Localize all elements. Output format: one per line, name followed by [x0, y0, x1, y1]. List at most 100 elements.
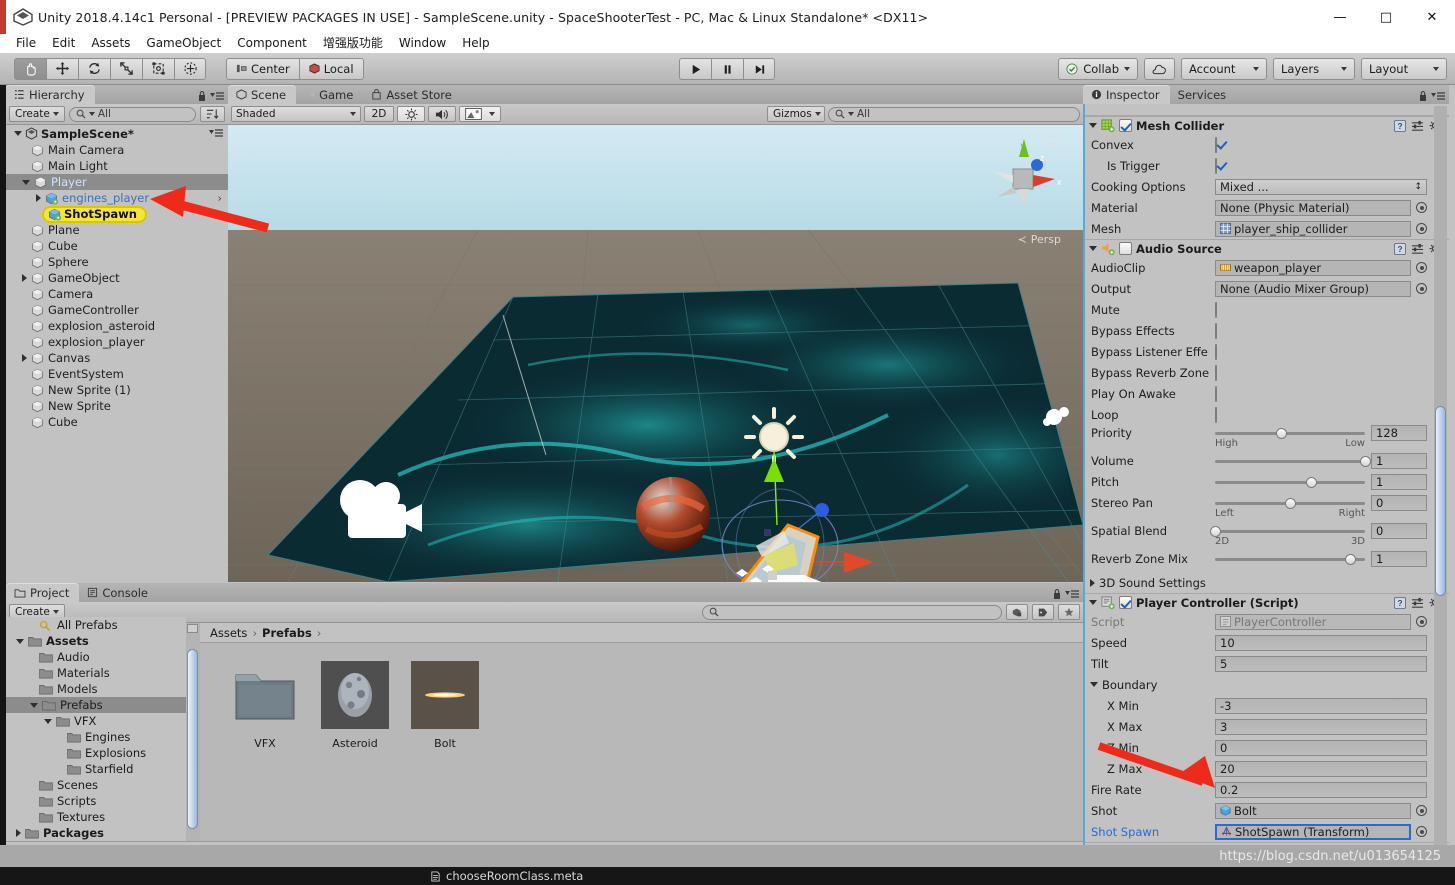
input-z-min[interactable]: 0 — [1215, 739, 1427, 756]
object-picker-mesh[interactable] — [1416, 223, 1427, 234]
layout-button[interactable]: Layout — [1361, 58, 1447, 80]
inspector-body[interactable]: Mesh Collider? Convex Is Trigger Cooking Op… — [1083, 104, 1449, 863]
slider-value-priority[interactable]: 128 — [1371, 425, 1427, 441]
input-tilt[interactable]: 5 — [1215, 655, 1427, 672]
lock-icon[interactable] — [1418, 90, 1428, 102]
hierarchy-scene-root[interactable]: SampleScene* — [6, 125, 228, 142]
lock-icon[interactable] — [197, 90, 207, 102]
hierarchy-item-shotspawn[interactable]: ShotSpawn — [6, 205, 228, 223]
slider-value-stereo-pan[interactable]: 0 — [1371, 495, 1427, 511]
filter-type-button[interactable] — [1006, 604, 1028, 620]
scene-viewport[interactable]: y x z ≺ Persp — [228, 125, 1083, 582]
menu-item-component[interactable]: Component — [229, 34, 315, 53]
project-tree-item-scripts[interactable]: Scripts — [6, 793, 186, 809]
project-tree-item-models[interactable]: Models — [6, 681, 186, 697]
hierarchy-item-main-light[interactable]: Main Light — [6, 158, 228, 174]
pivot-rotation-button[interactable]: Local — [298, 57, 364, 80]
help-icon[interactable]: ? — [1394, 119, 1406, 132]
transform-tool-button[interactable] — [174, 57, 206, 80]
scene-search-input[interactable]: All — [828, 106, 1080, 122]
account-button[interactable]: Account — [1181, 58, 1267, 80]
hierarchy-item-eventsystem[interactable]: EventSystem — [6, 366, 228, 382]
menu-item-assets[interactable]: Assets — [83, 34, 138, 53]
object-picker-shot-spawn[interactable] — [1416, 826, 1427, 837]
hierarchy-item-explosion-asteroid[interactable]: explosion_asteroid — [6, 318, 228, 334]
chevron-right-icon[interactable] — [1090, 578, 1095, 587]
object-field-mesh[interactable]: player_ship_collider — [1215, 220, 1411, 237]
hierarchy-item-canvas[interactable]: Canvas — [6, 350, 228, 366]
hierarchy-tree[interactable]: SampleScene* Main Camera Main Light Play… — [6, 125, 228, 580]
scene-lighting-button[interactable] — [397, 106, 425, 122]
chevron-down-icon[interactable] — [30, 702, 38, 708]
checkbox-bypass-reverb-zone[interactable] — [1215, 364, 1217, 381]
hierarchy-item-new-sprite-1-[interactable]: New Sprite (1) — [6, 382, 228, 398]
hierarchy-item-sphere[interactable]: Sphere — [6, 254, 228, 270]
tab-scene[interactable]: Scene — [228, 85, 297, 104]
panel-menu-icon[interactable] — [1431, 91, 1445, 101]
move-tool-button[interactable] — [46, 57, 78, 80]
project-tree-item-materials[interactable]: Materials — [6, 665, 186, 681]
preset-icon[interactable] — [1411, 243, 1424, 255]
scene-audio-button[interactable] — [428, 106, 456, 122]
menu-item-增强版功能[interactable]: 增强版功能 — [315, 34, 391, 53]
hierarchy-item-plane[interactable]: Plane — [6, 222, 228, 238]
panel-menu-icon[interactable] — [210, 91, 224, 101]
draw-mode-dropdown[interactable]: Shaded — [231, 106, 361, 122]
slider-value-reverb-zone-mix[interactable]: 1 — [1371, 551, 1427, 567]
hierarchy-item-cube[interactable]: Cube — [6, 414, 228, 430]
object-picker-shot[interactable] — [1416, 805, 1427, 816]
close-button[interactable]: ✕ — [1409, 0, 1455, 34]
menu-item-file[interactable]: File — [8, 34, 44, 53]
scene-fx-button[interactable] — [459, 106, 501, 122]
breadcrumb-item-prefabs[interactable]: Prefabs — [262, 626, 312, 640]
project-tree-item-prefabs[interactable]: Prefabs — [6, 697, 186, 713]
minimize-button[interactable]: — — [1317, 0, 1363, 34]
object-picker-script[interactable] — [1416, 616, 1427, 627]
hierarchy-item-gamecontroller[interactable]: GameController — [6, 302, 228, 318]
rect-tool-button[interactable] — [142, 57, 174, 80]
asset-grid[interactable]: VFX Asteroid Bolt — [200, 643, 1083, 750]
project-tree-item-assets[interactable]: Assets — [6, 633, 186, 649]
project-search-input[interactable] — [702, 604, 1002, 620]
project-tree-item-starfield[interactable]: Starfield — [6, 761, 186, 777]
tab-inspector[interactable]: Inspector — [1083, 85, 1170, 104]
object-field-material[interactable]: None (Physic Material) — [1215, 199, 1411, 216]
preset-icon[interactable] — [1411, 597, 1424, 609]
hand-tool-button[interactable] — [14, 57, 46, 80]
chevron-down-icon[interactable] — [22, 179, 30, 185]
hierarchy-sort-button[interactable] — [200, 106, 225, 122]
pivot-mode-button[interactable]: Center — [226, 57, 299, 80]
slider-stereo-pan[interactable] — [1215, 495, 1365, 511]
tab-project[interactable]: Project — [6, 583, 80, 602]
project-tree-item-audio[interactable]: Audio — [6, 649, 186, 665]
chevron-down-icon[interactable] — [1090, 682, 1098, 687]
help-icon[interactable]: ? — [1394, 596, 1406, 609]
tab-game[interactable]: Game — [296, 85, 363, 104]
chevron-down-icon[interactable] — [44, 718, 52, 724]
object-field-audioclip[interactable]: weapon_player — [1215, 259, 1411, 276]
play-button[interactable] — [679, 58, 711, 80]
hierarchy-item-cube[interactable]: Cube — [6, 238, 228, 254]
project-tree-scrollbar[interactable] — [186, 623, 200, 859]
slider-priority[interactable] — [1215, 425, 1365, 441]
help-icon[interactable]: ? — [1394, 242, 1406, 255]
gizmos-button[interactable]: Gizmos — [767, 106, 825, 122]
asset-item-asteroid[interactable]: Asteroid — [318, 661, 392, 750]
project-tree[interactable]: All Prefabs Assets Audio Materials Models Pre… — [6, 617, 186, 859]
hierarchy-search-input[interactable]: All — [68, 106, 196, 122]
project-tree-item-packages[interactable]: Packages — [6, 825, 186, 841]
layers-button[interactable]: Layers — [1273, 58, 1355, 80]
cloud-button[interactable] — [1144, 58, 1175, 80]
object-field-output[interactable]: None (Audio Mixer Group) — [1215, 280, 1411, 297]
object-field-shot[interactable]: Bolt — [1215, 802, 1411, 819]
project-tree-item-all-prefabs[interactable]: All Prefabs — [6, 617, 186, 633]
hierarchy-item-highlight[interactable]: ShotSpawn — [42, 205, 147, 223]
slider-volume[interactable] — [1215, 453, 1371, 469]
checkbox-is-trigger[interactable] — [1215, 157, 1217, 174]
toggle-2d-button[interactable]: 2D — [364, 106, 394, 122]
checkbox-bypass-effects[interactable] — [1215, 322, 1217, 339]
checkbox-bypass-listener-effe[interactable] — [1215, 343, 1217, 360]
inspector-scroll-thumb[interactable] — [1435, 406, 1446, 596]
chevron-right-icon[interactable] — [16, 829, 21, 837]
menu-item-help[interactable]: Help — [454, 34, 497, 53]
